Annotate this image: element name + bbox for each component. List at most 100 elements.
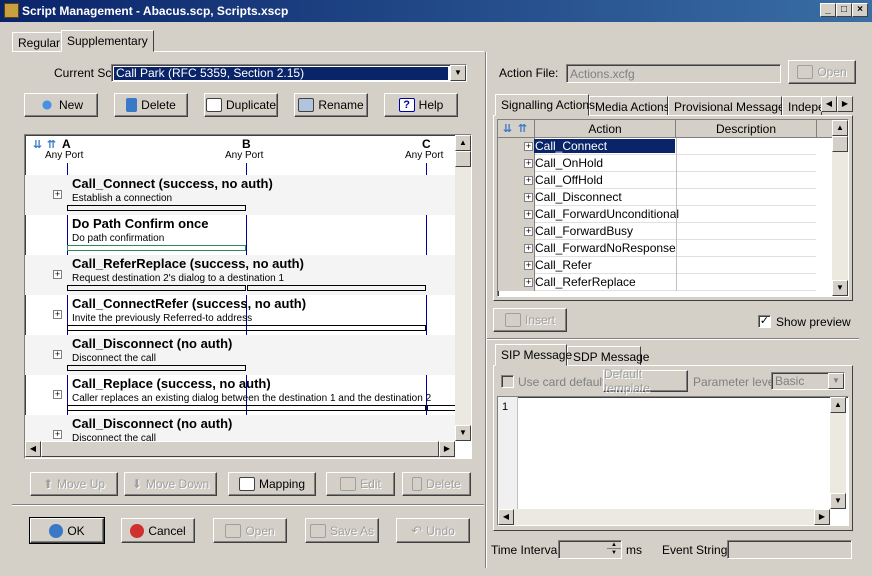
table-row[interactable]: + Call_Refer bbox=[498, 257, 816, 274]
delete-script-button[interactable]: Delete bbox=[114, 93, 188, 117]
move-up-button[interactable]: ⬆ Move Up bbox=[30, 472, 118, 496]
scroll-right-icon[interactable]: ▶ bbox=[814, 509, 830, 525]
scroll-thumb-h[interactable] bbox=[41, 441, 439, 457]
dropdown-arrow-icon[interactable]: ▼ bbox=[450, 65, 466, 81]
delete-step-button[interactable]: Delete bbox=[402, 472, 471, 496]
expand-row-icon[interactable]: + bbox=[524, 210, 533, 219]
grid-vertical-scrollbar[interactable]: ▲ ▼ bbox=[832, 120, 848, 296]
scroll-up-icon[interactable]: ▲ bbox=[830, 397, 846, 413]
action-file-input[interactable]: Actions.xcfg bbox=[566, 64, 781, 83]
scroll-up-icon[interactable]: ▲ bbox=[455, 135, 471, 151]
header-action[interactable]: Action bbox=[535, 120, 676, 138]
scroll-thumb[interactable] bbox=[455, 151, 471, 167]
rename-button[interactable]: Rename bbox=[294, 93, 368, 117]
tab-regular[interactable]: Regular bbox=[12, 32, 67, 52]
duplicate-button[interactable]: Duplicate bbox=[204, 93, 278, 117]
move-down-button[interactable]: ⬇ Move Down bbox=[124, 472, 217, 496]
scroll-down-icon[interactable]: ▼ bbox=[832, 280, 848, 296]
expand-step-icon[interactable]: + bbox=[53, 390, 62, 399]
tab-signalling-actions[interactable]: Signalling Actions bbox=[495, 94, 595, 116]
spin-up-icon[interactable]: ▲ bbox=[607, 541, 621, 549]
step-title[interactable]: Call_Disconnect (no auth) bbox=[72, 416, 232, 431]
expand-row-icon[interactable]: + bbox=[524, 261, 533, 270]
expand-step-icon[interactable]: + bbox=[53, 190, 62, 199]
step-title[interactable]: Call_Replace (success, no auth) bbox=[72, 376, 271, 391]
expand-row-icon[interactable]: + bbox=[524, 278, 533, 287]
open-action-file-button[interactable]: Open bbox=[788, 60, 856, 84]
expand-step-icon[interactable]: + bbox=[53, 310, 62, 319]
expand-all-icon[interactable]: ⇊ bbox=[503, 122, 512, 135]
current-script-dropdown[interactable]: Call Park (RFC 5359, Section 2.15) ▼ bbox=[111, 64, 467, 82]
table-row[interactable]: + Call_ForwardNoResponse bbox=[498, 240, 816, 257]
help-button[interactable]: ? Help bbox=[384, 93, 458, 117]
spin-down-icon[interactable]: ▼ bbox=[607, 549, 621, 557]
editor-vertical-scrollbar[interactable]: ▲ ▼ bbox=[830, 397, 846, 509]
table-row[interactable]: + Call_Disconnect bbox=[498, 189, 816, 206]
collapse-all-icon[interactable]: ⇈ bbox=[518, 122, 527, 135]
table-row[interactable]: + Call_ForwardBusy bbox=[498, 223, 816, 240]
table-row[interactable]: + Call_OnHold bbox=[498, 155, 816, 172]
action-grid[interactable]: ⇊ ⇈ Action Description + Call_Connect + Ca… bbox=[497, 119, 849, 297]
edit-button[interactable]: Edit bbox=[326, 472, 395, 496]
expand-row-icon[interactable]: + bbox=[524, 244, 533, 253]
tab-scroll-right-icon[interactable]: ▶ bbox=[837, 96, 853, 112]
maximize-button[interactable]: □ bbox=[836, 3, 852, 17]
time-interval-input[interactable]: ▲ ▼ bbox=[558, 540, 622, 559]
event-string-input[interactable] bbox=[727, 540, 852, 559]
scroll-down-icon[interactable]: ▼ bbox=[455, 425, 471, 441]
tab-sdp-message[interactable]: SDP Message bbox=[567, 346, 649, 366]
expand-row-icon[interactable]: + bbox=[524, 159, 533, 168]
tab-supplementary[interactable]: Supplementary bbox=[61, 30, 154, 52]
scroll-up-icon[interactable]: ▲ bbox=[832, 120, 848, 136]
editor-horizontal-scrollbar[interactable]: ◀ ▶ bbox=[498, 509, 830, 525]
scroll-left-icon[interactable]: ◀ bbox=[25, 441, 41, 457]
expand-row-icon[interactable]: + bbox=[524, 142, 533, 151]
default-template-button[interactable]: Default template bbox=[603, 367, 688, 395]
expand-row-icon[interactable]: + bbox=[524, 227, 533, 236]
tab-sip-message[interactable]: SIP Message bbox=[495, 344, 572, 366]
minimize-button[interactable]: _ bbox=[820, 3, 836, 17]
tab-independent[interactable]: Indepe bbox=[782, 96, 822, 116]
scroll-left-icon[interactable]: ◀ bbox=[498, 509, 514, 525]
cancel-button[interactable]: Cancel bbox=[121, 518, 195, 543]
table-row[interactable]: + Call_ReferReplace bbox=[498, 274, 816, 291]
expand-all-icon[interactable]: ⇊ bbox=[33, 138, 42, 151]
tab-media-actions[interactable]: Media Actions bbox=[589, 96, 670, 116]
dropdown-arrow-icon[interactable]: ▼ bbox=[828, 373, 844, 389]
scroll-down-icon[interactable]: ▼ bbox=[830, 493, 846, 509]
flow-vertical-scrollbar[interactable]: ▲ ▼ bbox=[455, 135, 471, 441]
table-row[interactable]: + Call_OffHold bbox=[498, 172, 816, 189]
header-description[interactable]: Description bbox=[676, 120, 817, 138]
tab-provisional-messages[interactable]: Provisional Messages bbox=[668, 96, 791, 116]
flow-diagram[interactable]: ⇊ ⇈ A Any Port B Any Port C Any Port + C… bbox=[24, 134, 472, 459]
table-row[interactable]: + Call_ForwardUnconditional bbox=[498, 206, 816, 223]
expand-step-icon[interactable]: + bbox=[53, 430, 62, 439]
step-title[interactable]: Call_Disconnect (no auth) bbox=[72, 336, 232, 351]
tab-scroll-left-icon[interactable]: ◀ bbox=[821, 96, 837, 112]
parameter-level-dropdown[interactable]: Basic ▼ bbox=[771, 372, 845, 390]
show-preview-checkbox[interactable]: ✓ bbox=[758, 315, 771, 328]
table-row[interactable]: + Call_Connect bbox=[498, 138, 816, 155]
flow-horizontal-scrollbar[interactable]: ◀ ▶ bbox=[25, 441, 455, 458]
open-script-button[interactable]: Open bbox=[213, 518, 287, 543]
step-title[interactable]: Call_ReferReplace (success, no auth) bbox=[72, 256, 304, 271]
expand-row-icon[interactable]: + bbox=[524, 193, 533, 202]
insert-button[interactable]: Insert bbox=[493, 308, 567, 332]
ok-button[interactable]: OK bbox=[29, 517, 105, 544]
use-card-default-checkbox[interactable] bbox=[501, 375, 514, 388]
step-title[interactable]: Call_ConnectRefer (success, no auth) bbox=[72, 296, 306, 311]
undo-button[interactable]: ↶ Undo bbox=[396, 518, 470, 543]
expand-step-icon[interactable]: + bbox=[53, 270, 62, 279]
save-as-button[interactable]: Save As bbox=[305, 518, 379, 543]
step-title[interactable]: Call_Connect (success, no auth) bbox=[72, 176, 273, 191]
new-button[interactable]: New bbox=[24, 93, 98, 117]
cancel-icon bbox=[130, 523, 145, 538]
expand-step-icon[interactable]: + bbox=[53, 350, 62, 359]
step-title[interactable]: Do Path Confirm once bbox=[72, 216, 209, 231]
mapping-button[interactable]: Mapping bbox=[228, 472, 316, 496]
expand-row-icon[interactable]: + bbox=[524, 176, 533, 185]
sip-message-editor[interactable]: 1 ▲ ▼ ◀ ▶ bbox=[497, 396, 849, 526]
scroll-right-icon[interactable]: ▶ bbox=[439, 441, 455, 457]
scroll-thumb[interactable] bbox=[832, 136, 848, 152]
close-button[interactable]: × bbox=[852, 3, 868, 17]
